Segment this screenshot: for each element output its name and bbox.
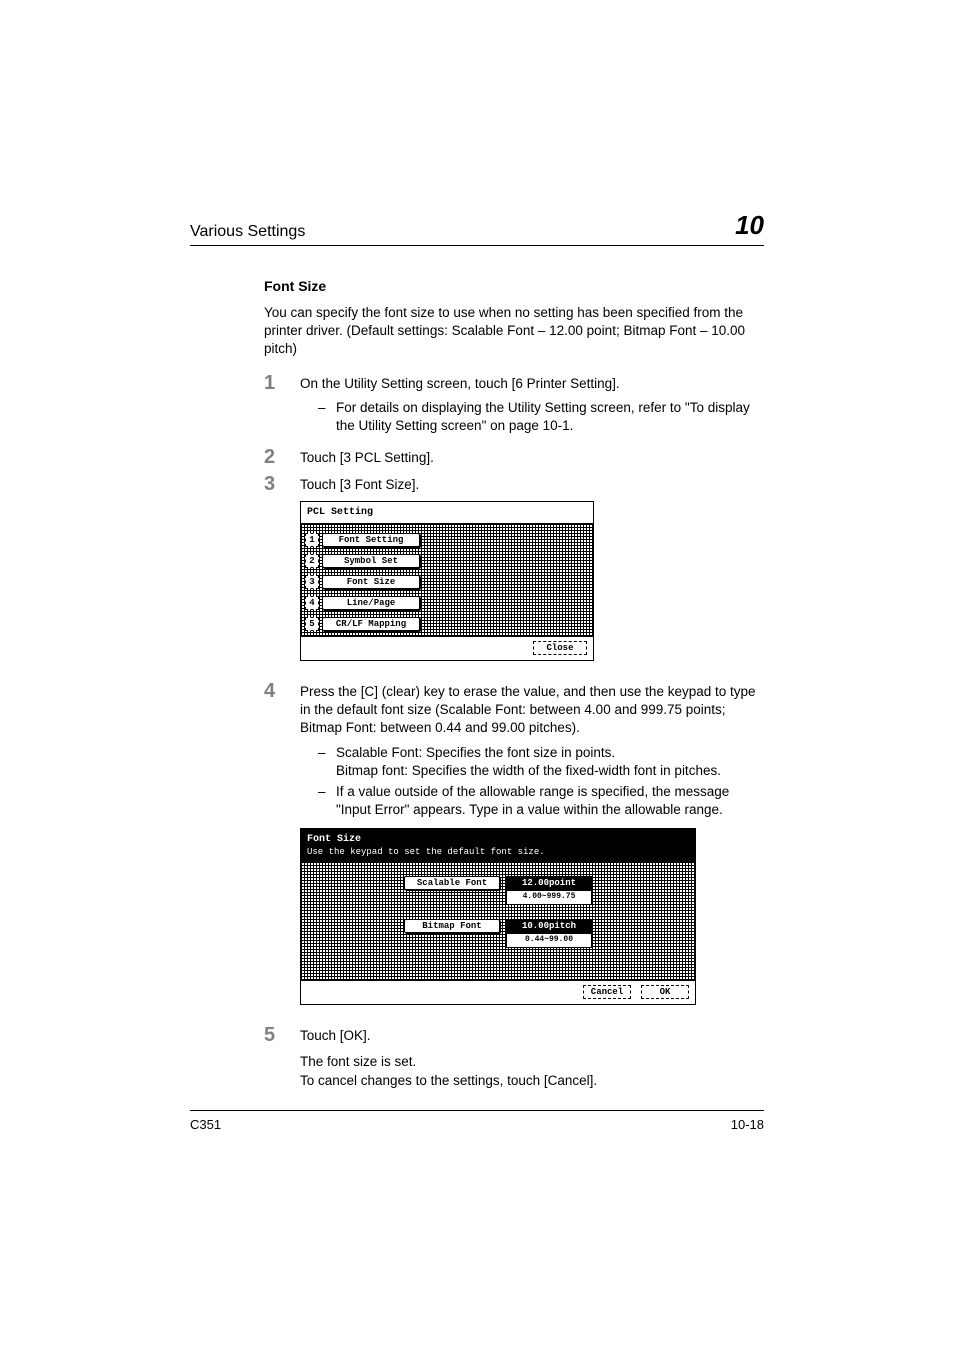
step-number: 3: [264, 474, 300, 675]
step-para: The font size is set.: [300, 1053, 764, 1071]
menu-number: 1: [305, 533, 319, 547]
step-para: To cancel changes to the settings, touch…: [300, 1072, 764, 1090]
dash-icon: –: [318, 399, 336, 435]
step-number: 5: [264, 1025, 300, 1090]
chapter-number: 10: [735, 210, 764, 241]
step-number: 4: [264, 681, 300, 1019]
menu-number: 4: [305, 596, 319, 610]
cancel-button[interactable]: Cancel: [583, 985, 631, 999]
page-footer: C351 10-18: [190, 1110, 764, 1132]
symbol-set-button[interactable]: Symbol Set: [322, 554, 420, 568]
step-number: 2: [264, 447, 300, 468]
menu-number: 2: [305, 554, 319, 568]
section-title: Font Size: [264, 278, 764, 294]
step-text: Touch [OK].: [300, 1028, 371, 1043]
running-header: Various Settings 10: [190, 210, 764, 246]
scalable-font-value: 12.00point: [506, 876, 592, 890]
step-number: 1: [264, 373, 300, 442]
running-title: Various Settings: [190, 223, 305, 241]
font-setting-button[interactable]: Font Setting: [322, 533, 420, 547]
ok-button[interactable]: OK: [641, 985, 689, 999]
page-number: 10-18: [731, 1117, 764, 1132]
bitmap-font-button[interactable]: Bitmap Font: [404, 919, 500, 933]
step-text: Touch [3 Font Size].: [300, 477, 419, 492]
step-text: Press the [C] (clear) key to erase the v…: [300, 684, 756, 735]
menu-number: 5: [305, 617, 319, 631]
close-button[interactable]: Close: [533, 641, 587, 655]
menu-number: 3: [305, 575, 319, 589]
scalable-font-button[interactable]: Scalable Font: [404, 876, 500, 890]
screen-title: Font Size: [307, 833, 689, 847]
dash-icon: –: [318, 744, 336, 780]
step-subtext: Scalable Font: Specifies the font size i…: [336, 744, 764, 780]
font-size-screen: Font Size Use the keypad to set the defa…: [300, 828, 696, 1006]
screen-title: PCL Setting: [301, 502, 593, 525]
font-size-button[interactable]: Font Size: [322, 575, 420, 589]
step-subtext: If a value outside of the allowable rang…: [336, 783, 764, 819]
screen-subtitle: Use the keypad to set the default font s…: [307, 846, 689, 858]
dash-icon: –: [318, 783, 336, 819]
step-subtext: For details on displaying the Utility Se…: [336, 399, 764, 435]
scalable-font-range: 4.00~999.75: [506, 890, 592, 905]
step-text: On the Utility Setting screen, touch [6 …: [300, 376, 620, 391]
line-page-button[interactable]: Line/Page: [322, 596, 420, 610]
model-label: C351: [190, 1117, 221, 1132]
step-text: Touch [3 PCL Setting].: [300, 450, 434, 465]
bitmap-font-value: 10.00pitch: [506, 919, 592, 933]
crlf-mapping-button[interactable]: CR/LF Mapping: [322, 617, 420, 631]
section-intro: You can specify the font size to use whe…: [264, 304, 764, 359]
pcl-setting-screen: PCL Setting 1Font Setting 2Symbol Set 3F…: [300, 501, 594, 662]
bitmap-font-range: 0.44~99.00: [506, 933, 592, 948]
